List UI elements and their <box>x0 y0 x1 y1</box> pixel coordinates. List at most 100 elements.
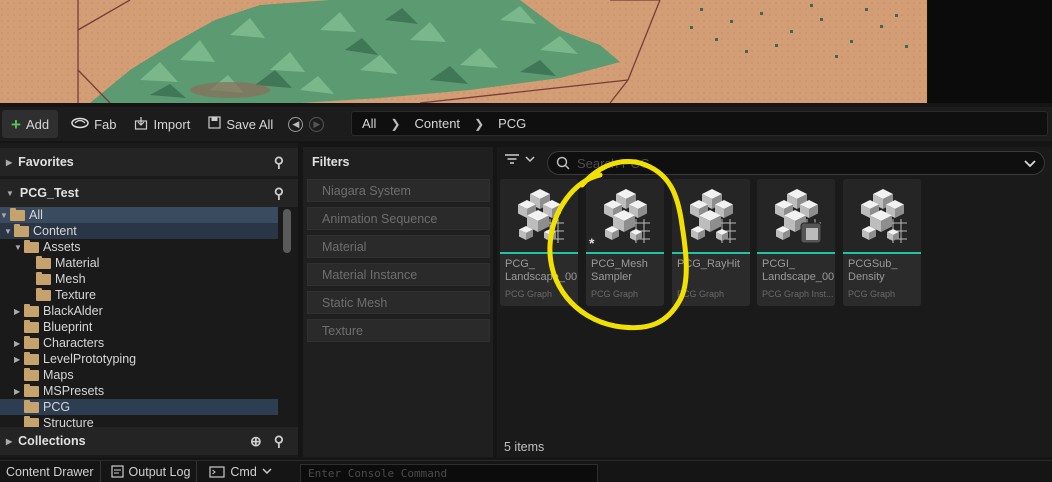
fab-button-label: Fab <box>94 116 117 132</box>
favorites-header[interactable]: ▶ Favorites ⚲ <box>0 148 298 176</box>
search-icon <box>556 156 570 170</box>
content-drawer-button[interactable]: Content Drawer <box>0 461 100 482</box>
tree-item-label: Mesh <box>55 272 86 286</box>
collapse-arrow-icon: ▼ <box>4 226 12 236</box>
breadcrumb-content[interactable]: Content <box>415 116 461 131</box>
chevron-right-icon[interactable]: ❯ <box>390 117 400 131</box>
fab-icon <box>71 117 89 132</box>
tree-item-label: PCG <box>43 400 71 414</box>
viewport-scene <box>0 0 927 103</box>
output-log-button[interactable]: Output Log <box>101 461 197 482</box>
tree-item-all[interactable]: ▼ All <box>0 207 43 223</box>
chevron-down-icon <box>525 155 535 162</box>
filter-static-mesh[interactable]: Static Mesh <box>307 291 490 314</box>
forward-arrow-icon[interactable]: ▶ <box>309 116 325 132</box>
output-log-label: Output Log <box>128 464 191 479</box>
tree-item-structure[interactable]: Structure <box>24 415 94 427</box>
fab-button[interactable]: Fab <box>62 110 125 138</box>
viewport-dark-area <box>927 0 1052 103</box>
import-button-label: Import <box>153 116 191 132</box>
console-input[interactable]: Enter Console Command <box>300 464 598 482</box>
filter-icon <box>505 154 519 164</box>
chevron-down-icon[interactable] <box>1024 160 1036 168</box>
asset-name: PCGI_ Landscape_00 <box>762 258 834 283</box>
level-viewport[interactable] <box>0 0 927 103</box>
search-icon[interactable]: ⚲ <box>274 154 284 171</box>
sources-panel: ▶ Favorites ⚲ ▼ PCG_Test ⚲ ▼ All ▼ Content… <box>0 143 298 457</box>
tree-item-blackalder[interactable]: ▶ BlackAlder <box>14 303 103 319</box>
tree-item-label: Material <box>55 256 100 270</box>
asset-tile-pcg-mesh-sampler[interactable]: * PCG_Mesh Sampler PCG Graph <box>586 179 664 306</box>
pcg-graph-icon <box>672 179 750 252</box>
console-icon <box>209 465 226 478</box>
filter-animation-sequence[interactable]: Animation Sequence <box>307 207 490 230</box>
collections-label: Collections <box>18 434 86 448</box>
collapse-arrow-icon: ▼ <box>6 188 14 198</box>
tree-item-assets[interactable]: ▼ Assets <box>14 239 81 255</box>
filter-material-instance[interactable]: Material Instance <box>307 263 490 286</box>
pcg-graph-icon <box>843 179 921 252</box>
collapse-arrow-icon: ▼ <box>14 242 22 252</box>
expand-arrow-icon: ▶ <box>14 338 21 348</box>
tree-item-material[interactable]: Material <box>36 255 99 271</box>
add-button-label: Add <box>25 116 50 132</box>
filter-niagara-system[interactable]: Niagara System <box>307 179 490 202</box>
tree-scrollbar[interactable] <box>283 209 291 253</box>
add-collection-icon[interactable]: ⊕ <box>250 433 262 450</box>
tree-item-mspresets[interactable]: ▶ MSPresets <box>14 383 104 399</box>
tree-item-mesh[interactable]: Mesh <box>36 271 86 287</box>
import-button[interactable]: Import <box>125 110 199 138</box>
search-placeholder: Search PCG <box>577 155 650 171</box>
expand-arrow-icon: ▶ <box>6 157 13 167</box>
folder-icon <box>24 239 39 253</box>
tree-item-maps[interactable]: Maps <box>24 367 74 383</box>
expand-arrow-icon: ▶ <box>6 436 13 446</box>
asset-tile-pcgi-landscape[interactable]: PCGI_ Landscape_00 PCG Graph Inst... <box>757 179 835 306</box>
folder-icon <box>14 223 29 237</box>
tree-item-label: Assets <box>43 240 81 254</box>
tree-item-blueprint[interactable]: Blueprint <box>24 319 92 335</box>
project-header[interactable]: ▼ PCG_Test ⚲ <box>0 179 298 207</box>
folder-icon <box>24 335 39 349</box>
content-drawer-label: Content Drawer <box>6 464 94 479</box>
expand-arrow-icon: ▶ <box>14 354 21 364</box>
content-browser-toolbar: + Add Fab Import Save All ◀ ▶ All ❯ Cont… <box>0 107 1052 141</box>
tree-item-label: Maps <box>43 368 74 382</box>
pcg-graph-icon: * <box>586 179 664 252</box>
back-arrow-icon[interactable]: ◀ <box>288 116 304 132</box>
asset-type: PCG Graph <box>677 289 725 299</box>
collections-header[interactable]: ▶ Collections ⊕ ⚲ <box>0 427 298 455</box>
tree-item-characters[interactable]: ▶ Characters <box>14 335 104 351</box>
tree-item-pcg[interactable]: PCG <box>24 399 70 415</box>
breadcrumb-pcg[interactable]: PCG <box>498 116 526 131</box>
asset-view: Search PCG PCG_ Landscape_00 PCG Graph *… <box>497 147 1052 457</box>
asset-tile-pcg-rayhit[interactable]: PCG_RayHit PCG Graph <box>672 179 750 306</box>
add-button[interactable]: + Add <box>2 110 59 138</box>
filters-panel: Filters Niagara System Animation Sequenc… <box>303 147 493 457</box>
cmd-dropdown[interactable]: Cmd <box>197 461 277 482</box>
filter-material[interactable]: Material <box>307 235 490 258</box>
search-input[interactable]: Search PCG <box>547 151 1045 175</box>
asset-tile-pcgsub-density[interactable]: PCGSub_ Density PCG Graph <box>843 179 921 306</box>
filter-dropdown-button[interactable] <box>504 153 535 165</box>
project-label: PCG_Test <box>19 186 79 200</box>
save-all-button[interactable]: Save All <box>199 110 282 138</box>
tree-item-levelprototyping[interactable]: ▶ LevelPrototyping <box>14 351 136 367</box>
search-icon[interactable]: ⚲ <box>274 185 284 202</box>
folder-icon <box>36 271 51 285</box>
filters-title: Filters <box>312 155 350 169</box>
chevron-right-icon[interactable]: ❯ <box>474 117 484 131</box>
folder-icon <box>36 287 51 301</box>
folder-icon <box>24 399 39 413</box>
breadcrumb-all[interactable]: All <box>362 116 376 131</box>
breadcrumb: All ❯ Content ❯ PCG <box>351 111 1048 136</box>
filter-texture[interactable]: Texture <box>307 319 490 342</box>
search-icon[interactable]: ⚲ <box>274 433 284 450</box>
status-bar: Content Drawer Output Log Cmd Enter Cons… <box>0 460 1052 482</box>
tree-item-label: BlackAlder <box>43 304 103 318</box>
tree-item-texture[interactable]: Texture <box>36 287 96 303</box>
save-icon <box>208 116 221 132</box>
asset-tile-pcg-landscape[interactable]: PCG_ Landscape_00 PCG Graph <box>500 179 578 306</box>
tree-item-content[interactable]: ▼ Content <box>4 223 77 239</box>
folder-icon <box>24 383 39 397</box>
